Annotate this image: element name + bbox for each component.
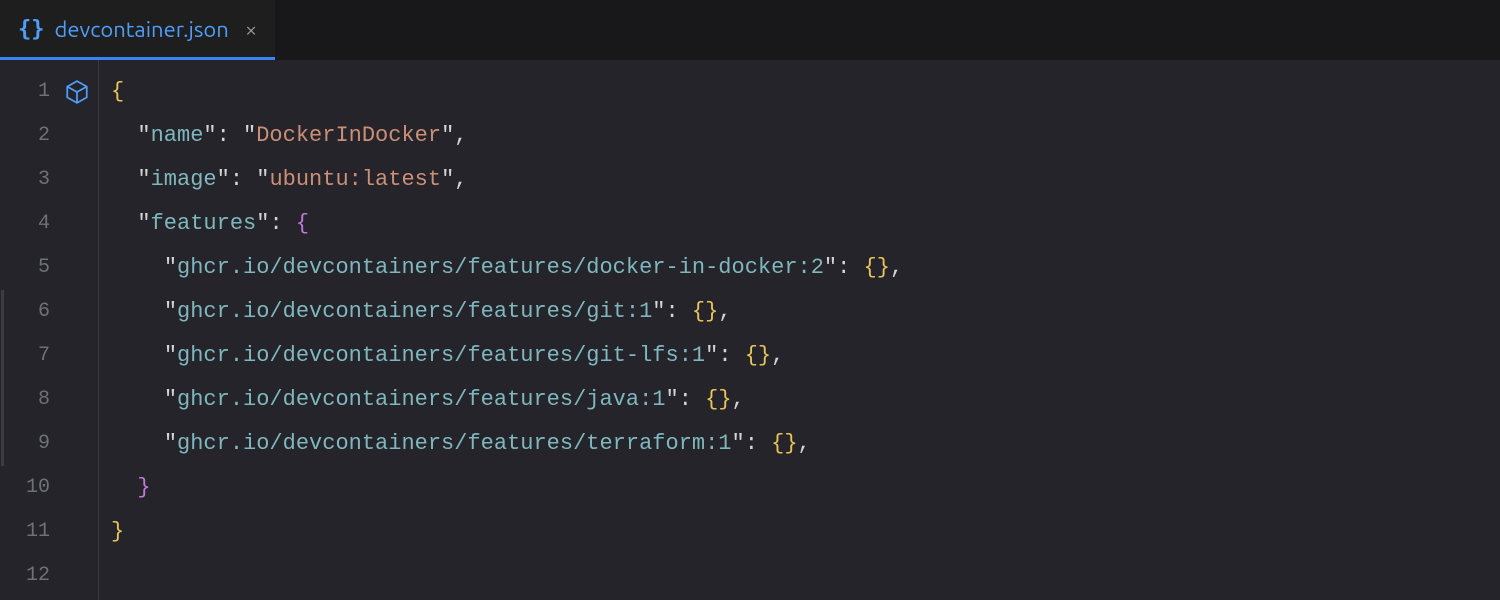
line-number: 2	[0, 114, 56, 158]
json-braces-icon: {}	[18, 17, 45, 42]
code-line[interactable]: "name": "DockerInDocker",	[99, 114, 1500, 158]
code-line[interactable]: "ghcr.io/devcontainers/features/git-lfs:…	[99, 334, 1500, 378]
code-line[interactable]: "ghcr.io/devcontainers/features/docker-i…	[99, 246, 1500, 290]
code-line[interactable]: }	[99, 510, 1500, 554]
tab-bar: {} devcontainer.json ×	[0, 0, 1500, 60]
tab-devcontainer[interactable]: {} devcontainer.json ×	[0, 0, 275, 59]
line-number: 1	[0, 70, 56, 114]
code-line[interactable]	[99, 554, 1500, 598]
line-number: 11	[0, 510, 56, 554]
tab-filename: devcontainer.json	[55, 17, 229, 42]
line-number: 8	[0, 378, 56, 422]
code-line[interactable]: {	[99, 70, 1500, 114]
line-number: 3	[0, 158, 56, 202]
glyph-margin	[56, 60, 98, 600]
line-number: 6	[0, 290, 56, 334]
line-number: 12	[0, 554, 56, 598]
close-icon[interactable]: ×	[245, 17, 257, 42]
line-highlight-strip	[1, 290, 4, 466]
line-number: 7	[0, 334, 56, 378]
line-number: 10	[0, 466, 56, 510]
code-line[interactable]: "features": {	[99, 202, 1500, 246]
code-editor[interactable]: 1 2 3 4 5 6 7 8 9 10 11 12 { "name": "Do…	[0, 60, 1500, 600]
code-line[interactable]: "ghcr.io/devcontainers/features/java:1":…	[99, 378, 1500, 422]
line-number-gutter: 1 2 3 4 5 6 7 8 9 10 11 12	[0, 60, 56, 600]
cube-icon	[64, 79, 90, 105]
line-number: 9	[0, 422, 56, 466]
line-number: 5	[0, 246, 56, 290]
code-content[interactable]: { "name": "DockerInDocker", "image": "ub…	[98, 60, 1500, 600]
code-line[interactable]: "image": "ubuntu:latest",	[99, 158, 1500, 202]
line-number: 4	[0, 202, 56, 246]
code-line[interactable]: "ghcr.io/devcontainers/features/terrafor…	[99, 422, 1500, 466]
code-line[interactable]: "ghcr.io/devcontainers/features/git:1": …	[99, 290, 1500, 334]
code-line[interactable]: }	[99, 466, 1500, 510]
